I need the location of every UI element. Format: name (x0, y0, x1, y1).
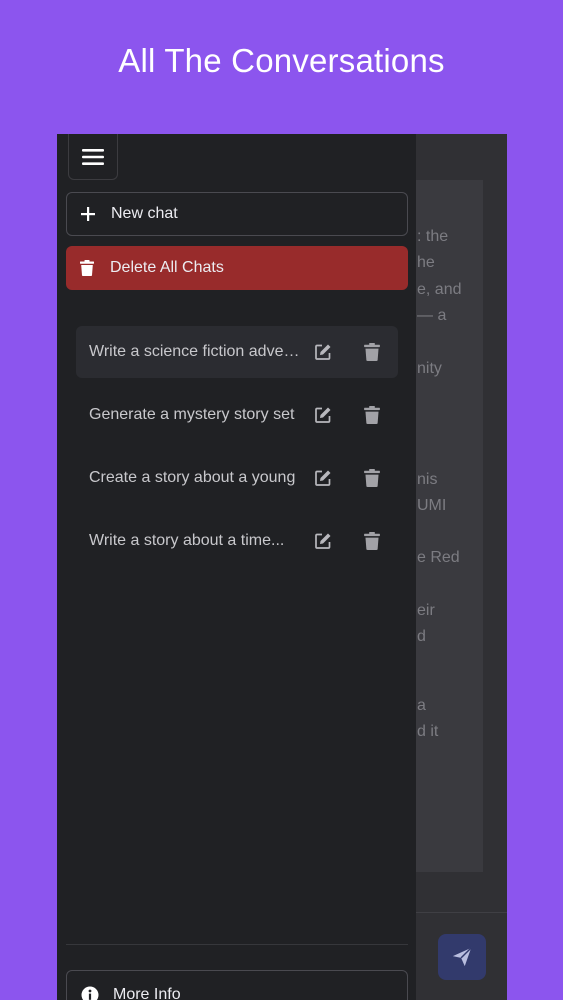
chat-text-fragment: a (417, 697, 426, 714)
trash-icon[interactable] (363, 532, 381, 550)
send-icon (452, 947, 472, 967)
sidebar-divider (66, 944, 408, 945)
more-info-label: More Info (113, 986, 181, 1000)
new-chat-button[interactable]: New chat (66, 192, 408, 236)
conversation-title: Write a science fiction adventure (89, 343, 301, 360)
composer-divider (415, 912, 507, 913)
conversation-item[interactable]: Generate a mystery story set (76, 389, 398, 441)
edit-icon[interactable] (314, 343, 332, 361)
delete-all-chats-button[interactable]: Delete All Chats (66, 246, 408, 290)
trash-icon[interactable] (363, 343, 381, 361)
conversation-item[interactable]: Create a story about a young (76, 452, 398, 504)
plus-icon (79, 205, 97, 223)
chat-text-fragment: e Red (417, 549, 460, 566)
conversation-title: Generate a mystery story set (89, 406, 295, 423)
conversation-item[interactable]: Write a science fiction adventure (76, 326, 398, 378)
trash-icon[interactable] (363, 469, 381, 487)
send-button[interactable] (438, 934, 486, 980)
new-chat-label: New chat (111, 205, 178, 222)
chat-text-fragment: he (417, 254, 435, 271)
conversation-title: Write a story about a time... (89, 532, 285, 549)
menu-button[interactable] (68, 134, 118, 180)
trash-icon[interactable] (363, 406, 381, 424)
edit-icon[interactable] (314, 469, 332, 487)
edit-icon[interactable] (314, 532, 332, 550)
chat-text-fragment: d (417, 628, 426, 645)
chat-text-fragment: d it (417, 723, 439, 740)
chat-text-fragment: : the (417, 228, 449, 245)
hamburger-icon (82, 148, 104, 165)
conversation-title: Create a story about a young (89, 469, 296, 486)
more-info-button[interactable]: More Info (66, 970, 408, 1000)
chat-text-fragment: eir (417, 602, 435, 619)
delete-all-chats-label: Delete All Chats (110, 259, 224, 276)
chat-text-fragment: — a (417, 307, 447, 324)
conversation-item[interactable]: Write a story about a time... (76, 515, 398, 567)
chat-text-fragment: nis (417, 471, 438, 488)
info-icon (81, 986, 99, 1000)
chat-text-fragment: UMI (417, 497, 447, 514)
chat-text-fragment: nity (417, 360, 442, 377)
conversation-drawer: New chat Delete All Chats Write a scienc… (57, 134, 416, 1000)
trash-icon (78, 259, 96, 277)
edit-icon[interactable] (314, 406, 332, 424)
chat-text-fragment: e, and (417, 281, 462, 298)
app-screen: : the he e, and — a nity nis UMI e Red e… (57, 134, 507, 1000)
page-headline: All The Conversations (118, 42, 445, 79)
